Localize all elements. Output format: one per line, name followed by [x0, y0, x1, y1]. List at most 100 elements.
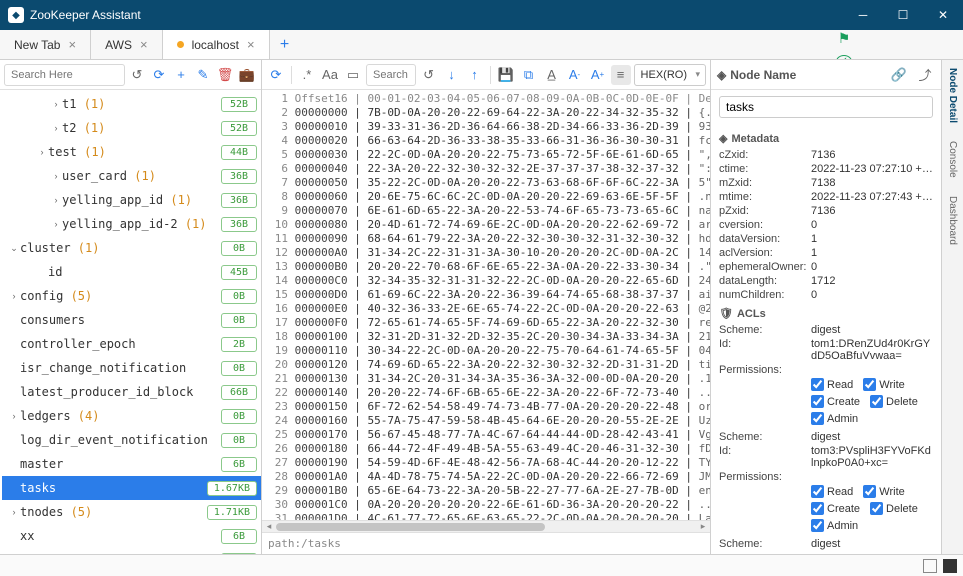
node-tree[interactable]: ›t1 (1)52B›t2 (1)52B›test (1)44B›user_ca…	[0, 90, 261, 554]
close-button[interactable]: ✕	[923, 0, 963, 30]
tree-node-consumers[interactable]: consumers0B	[2, 308, 261, 332]
meta-row: ephemeralOwner:0	[719, 261, 933, 273]
reset-search-icon[interactable]: ↺	[419, 65, 439, 85]
size-badge: 66B	[221, 385, 257, 400]
tree-node-xx[interactable]: xx6B	[2, 524, 261, 548]
tree-node-t1[interactable]: ›t1 (1)52B	[2, 92, 261, 116]
prev-match-icon[interactable]: ↓	[442, 65, 462, 85]
chevron-icon[interactable]: ›	[50, 171, 62, 181]
add-node-icon[interactable]: +	[171, 65, 191, 85]
sidetab-node-detail[interactable]: Node Detail	[947, 64, 958, 127]
node-name-input[interactable]	[719, 96, 933, 118]
perm-write[interactable]: Write	[863, 485, 904, 498]
meta-value: 1712	[811, 275, 933, 287]
chevron-icon[interactable]: ›	[50, 219, 62, 229]
tree-node-yelling_app_id[interactable]: ›yelling_app_id (1)36B	[2, 188, 261, 212]
save-icon[interactable]: 💾	[496, 65, 516, 85]
tab-aws[interactable]: AWS×	[91, 30, 162, 59]
node-label: zookeeper (2)	[20, 553, 221, 554]
acl-id-row: Id:tom3:PVspliH3FYVoFKdlnpkoP0A0+xc=	[719, 445, 933, 469]
chevron-icon[interactable]: ›	[50, 123, 62, 133]
meta-key: aclVersion:	[719, 247, 811, 259]
tree-node-controller_epoch[interactable]: controller_epoch2B	[2, 332, 261, 356]
perm-create[interactable]: Create	[811, 395, 860, 408]
tree-node-zookeeper[interactable]: ›zookeeper (2)0B	[2, 548, 261, 554]
tree-node-id[interactable]: id45B	[2, 260, 261, 284]
tree-node-log_dir_event_notification[interactable]: log_dir_event_notification0B	[2, 428, 261, 452]
new-tab-button[interactable]: +	[270, 30, 300, 59]
wrap-icon[interactable]: ≡	[611, 65, 631, 85]
font-icon[interactable]: A̲	[542, 65, 562, 85]
tab-new-tab[interactable]: New Tab ×	[0, 30, 91, 59]
minimize-button[interactable]: ─	[843, 0, 883, 30]
tree-node-tnodes[interactable]: ›tnodes (5)1.71KB	[2, 500, 261, 524]
meta-value: 1	[811, 247, 933, 259]
meta-key: pZxid:	[719, 205, 811, 217]
bookmark-icon[interactable]: ⚑	[838, 30, 851, 47]
perm-read[interactable]: Read	[811, 485, 853, 498]
tree-node-user_card[interactable]: ›user_card (1)36B	[2, 164, 261, 188]
link-icon[interactable]: 🔗	[889, 65, 909, 85]
dec-font-icon[interactable]: A-	[565, 65, 585, 85]
tree-node-tasks[interactable]: tasks1.67KB	[2, 476, 261, 500]
tab-label: New Tab	[14, 38, 60, 52]
tree-node-latest_producer_id_block[interactable]: latest_producer_id_block66B	[2, 380, 261, 404]
perm-create[interactable]: Create	[811, 502, 860, 515]
chevron-icon[interactable]: ›	[8, 507, 20, 517]
close-tab-icon[interactable]: ×	[68, 37, 76, 52]
hex-search-input[interactable]	[366, 64, 416, 86]
close-tab-icon[interactable]: ×	[247, 37, 255, 52]
tree-search-input[interactable]	[4, 64, 125, 86]
chevron-icon[interactable]: ›	[8, 291, 20, 301]
tree-node-isr_change_notification[interactable]: isr_change_notification0B	[2, 356, 261, 380]
hex-hscroll[interactable]: ◂▸	[262, 520, 710, 532]
size-badge: 0B	[221, 553, 257, 555]
inc-font-icon[interactable]: A+	[588, 65, 608, 85]
tree-node-config[interactable]: ›config (5)0B	[2, 284, 261, 308]
perm-delete[interactable]: Delete	[870, 395, 918, 408]
tree-node-test[interactable]: ›test (1)44B	[2, 140, 261, 164]
format-select[interactable]: HEX(RO)	[634, 64, 706, 86]
hex-view[interactable]: 1 Offset16 | 00-01-02-03-04-05-06-07-08-…	[262, 90, 710, 520]
tab-localhost[interactable]: localhost×	[163, 30, 270, 59]
maximize-button[interactable]: ☐	[883, 0, 923, 30]
refresh-hex-icon[interactable]: ⟳	[266, 65, 286, 85]
delete-node-icon[interactable]: 🗑	[215, 65, 235, 85]
chevron-icon[interactable]: ›	[50, 195, 62, 205]
acl-id-row: Id:tom1:DRenZUd4r0KrGYdD5OaBfuVvwaa=	[719, 338, 933, 362]
sidetab-console[interactable]: Console	[947, 137, 958, 182]
close-tab-icon[interactable]: ×	[140, 37, 148, 52]
tree-node-t2[interactable]: ›t2 (1)52B	[2, 116, 261, 140]
perm-admin[interactable]: Admin	[811, 412, 858, 425]
perm-admin[interactable]: Admin	[811, 519, 858, 532]
perm-write[interactable]: Write	[863, 378, 904, 391]
status-ok-icon[interactable]: ✓	[836, 55, 852, 59]
tree-node-ledgers[interactable]: ›ledgers (4)0B	[2, 404, 261, 428]
status-bar: path:/tasks	[262, 532, 710, 554]
chevron-icon[interactable]: ⌄	[8, 243, 20, 254]
word-icon[interactable]: ▭	[343, 65, 363, 85]
perm-read[interactable]: Read	[811, 378, 853, 391]
regex-icon[interactable]: .*	[297, 65, 317, 85]
export-icon[interactable]: ⤴	[915, 65, 935, 85]
chevron-icon[interactable]: ›	[8, 411, 20, 421]
search-reset-icon[interactable]: ↺	[127, 65, 147, 85]
edit-node-icon[interactable]: ✎	[193, 65, 213, 85]
layout-toggle-2[interactable]	[943, 559, 957, 573]
tree-node-cluster[interactable]: ⌄cluster (1)0B	[2, 236, 261, 260]
next-match-icon[interactable]: ↑	[465, 65, 485, 85]
tree-toolbar: ↺ ⟳ + ✎ 🗑 💼	[0, 60, 261, 90]
chevron-icon[interactable]: ›	[50, 99, 62, 109]
case-icon[interactable]: Aa	[320, 65, 340, 85]
sidetab-dashboard[interactable]: Dashboard	[947, 192, 958, 249]
acl-perms-row: Permissions:	[719, 471, 933, 483]
toolbox-icon[interactable]: 💼	[237, 65, 257, 85]
copy-icon[interactable]: ⧉	[519, 65, 539, 85]
refresh-icon[interactable]: ⟳	[149, 65, 169, 85]
tree-node-yelling_app_id-2[interactable]: ›yelling_app_id-2 (1)36B	[2, 212, 261, 236]
perm-delete[interactable]: Delete	[870, 502, 918, 515]
layout-toggle-1[interactable]	[923, 559, 937, 573]
tree-node-master[interactable]: master6B	[2, 452, 261, 476]
chevron-icon[interactable]: ›	[36, 147, 48, 157]
size-badge: 0B	[221, 409, 257, 424]
